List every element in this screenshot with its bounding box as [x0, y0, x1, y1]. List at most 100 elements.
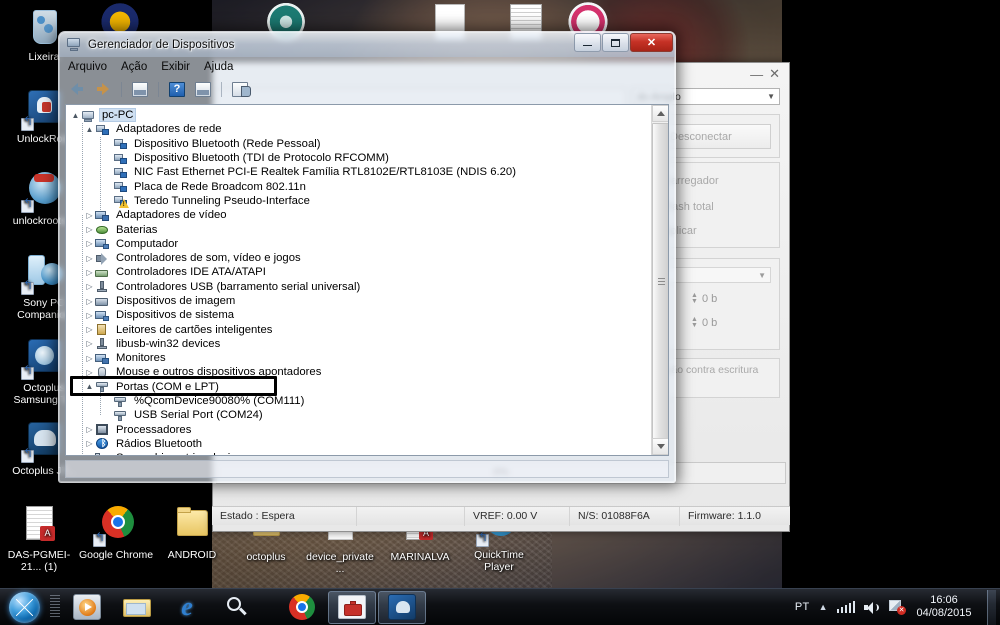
- tree-node-broadcom[interactable]: Placa de Rede Broadcom 802.11n: [66, 179, 651, 193]
- tree-node-teredo[interactable]: Teredo Tunneling Pseudo-Interface: [66, 194, 651, 209]
- tree-node-system-devices[interactable]: ▷ Dispositivos de sistema: [66, 308, 651, 322]
- taskbar-grip[interactable]: [50, 595, 60, 619]
- minimize-button[interactable]: [574, 33, 601, 52]
- tree-node-biometrics[interactable]: ▷ Secure biometrics devices: [66, 451, 651, 455]
- scroll-down-button[interactable]: [652, 438, 668, 455]
- menu-exibir[interactable]: Exibir: [161, 61, 190, 73]
- taskbar-explorer[interactable]: [113, 591, 161, 624]
- taskbar[interactable]: e PT ▲ ✕ 16:06 04/08/2015: [0, 588, 1000, 625]
- desktop-icon-google-chrome[interactable]: Google Chrome: [78, 504, 154, 562]
- device-manager-window[interactable]: Gerenciador de Dispositivos ✕ Arquivo Aç…: [58, 31, 676, 483]
- sound-icon: [95, 252, 110, 265]
- scrollbar-thumb[interactable]: [652, 123, 668, 441]
- expander-closed-icon[interactable]: ▷: [84, 454, 95, 455]
- expander-closed-icon[interactable]: ▷: [84, 239, 95, 248]
- octoplus-window-controls: — ✕: [690, 62, 790, 86]
- taskbar-windows-media-player[interactable]: [63, 591, 111, 624]
- signal-bars-icon[interactable]: [836, 601, 855, 613]
- clock[interactable]: 16:06 04/08/2015: [914, 594, 974, 620]
- tree-vertical-scrollbar[interactable]: [651, 105, 668, 455]
- taskbar-octoplus-box[interactable]: [328, 590, 376, 624]
- update-driver-button[interactable]: [192, 79, 214, 99]
- system-tray[interactable]: PT ▲ ✕ 16:06 04/08/2015: [795, 589, 1000, 625]
- system-device-icon: [95, 309, 110, 322]
- tree-node-ide[interactable]: ▷ Controladores IDE ATA/ATAPI: [66, 265, 651, 279]
- expander-closed-icon[interactable]: ▷: [84, 368, 95, 377]
- taskbar-octoplus-jtag[interactable]: [378, 590, 426, 624]
- show-hidden-icons-chevron[interactable]: ▲: [819, 602, 828, 612]
- taskbar-internet-explorer[interactable]: e: [163, 591, 211, 624]
- expander-open-icon[interactable]: ▲: [84, 125, 95, 134]
- device-tree[interactable]: ▲ pc-PC ▲ Adaptadores de rede Dispositiv…: [66, 105, 651, 455]
- status-serial: N/S: 01088F6A: [570, 506, 680, 526]
- tree-line: [100, 137, 101, 212]
- expander-closed-icon[interactable]: ▷: [84, 211, 95, 220]
- tree-node-ports[interactable]: ▲ Portas (COM e LPT): [66, 380, 651, 394]
- menu-arquivo[interactable]: Arquivo: [68, 61, 107, 73]
- taskbar-chrome[interactable]: [278, 591, 326, 624]
- show-desktop-button[interactable]: [987, 589, 996, 625]
- expander-closed-icon[interactable]: ▷: [84, 325, 95, 334]
- menu-ajuda[interactable]: Ajuda: [204, 61, 233, 73]
- expander-closed-icon[interactable]: ▷: [84, 225, 95, 234]
- start-button[interactable]: [0, 590, 48, 625]
- window-button-group: ✕: [574, 33, 673, 52]
- desktop-icon-label: device_private ...: [306, 551, 374, 575]
- back-button[interactable]: [66, 79, 88, 99]
- expander-open-icon[interactable]: ▲: [70, 111, 81, 120]
- help-button[interactable]: ?: [166, 79, 188, 99]
- tree-node-sound[interactable]: ▷ Controladores de som, vídeo e jogos: [66, 251, 651, 265]
- tree-node-realtek-nic[interactable]: NIC Fast Ethernet PCI-E Realtek Família …: [66, 165, 651, 179]
- desktop-icon-das-pgmei[interactable]: A DAS-PGMEI-21... (1): [2, 504, 76, 573]
- tree-node-processors[interactable]: ▷ Processadores: [66, 423, 651, 437]
- close-icon[interactable]: ✕: [769, 66, 780, 82]
- device-manager-title-bar[interactable]: Gerenciador de Dispositivos ✕: [59, 32, 675, 57]
- expander-closed-icon[interactable]: ▷: [84, 339, 95, 348]
- tree-node-imaging[interactable]: ▷ Dispositivos de imagem: [66, 294, 651, 308]
- forward-button[interactable]: [92, 79, 114, 99]
- language-indicator[interactable]: PT: [795, 601, 810, 613]
- expander-closed-icon[interactable]: ▷: [84, 354, 95, 363]
- taskbar-search[interactable]: [213, 591, 261, 624]
- tree-node-smartcard[interactable]: ▷ Leitores de cartões inteligentes: [66, 322, 651, 336]
- tree-node-qcomdevice[interactable]: %QcomDevice90080% (COM111): [66, 394, 651, 408]
- close-button[interactable]: ✕: [630, 33, 673, 52]
- expander-closed-icon[interactable]: ▷: [84, 425, 95, 434]
- tree-node-computer[interactable]: ▷ Computador: [66, 237, 651, 251]
- minimize-icon[interactable]: —: [750, 67, 763, 82]
- tree-node-usb-serial-port[interactable]: USB Serial Port (COM24): [66, 408, 651, 422]
- scan-hardware-button[interactable]: [229, 79, 251, 99]
- device-tree-panel[interactable]: ▲ pc-PC ▲ Adaptadores de rede Dispositiv…: [65, 104, 669, 456]
- expander-closed-icon[interactable]: ▷: [84, 282, 95, 291]
- tree-node-pc[interactable]: ▲ pc-PC: [66, 108, 651, 123]
- tree-node-label: %QcomDevice90080% (COM111): [134, 395, 305, 408]
- expander-closed-icon[interactable]: ▷: [84, 311, 95, 320]
- tree-node-libusb[interactable]: ▷ libusb-win32 devices: [66, 337, 651, 351]
- tree-node-usb[interactable]: ▷ Controladores USB (barramento serial u…: [66, 280, 651, 294]
- smartcard-reader-icon: [95, 323, 110, 336]
- expander-open-icon[interactable]: ▲: [84, 382, 95, 391]
- scroll-up-button[interactable]: [652, 105, 668, 122]
- toolbar-separator: [221, 81, 222, 97]
- properties-button[interactable]: [129, 79, 151, 99]
- flag-alert-icon[interactable]: ✕: [889, 600, 906, 615]
- tree-node-mouse[interactable]: ▷ Mouse e outros dispositivos apontadore…: [66, 365, 651, 379]
- tree-node-bt-pan[interactable]: Dispositivo Bluetooth (Rede Pessoal): [66, 137, 651, 151]
- expander-closed-icon[interactable]: ▷: [84, 297, 95, 306]
- tree-node-bluetooth-radios[interactable]: ▷ ᛒ Rádios Bluetooth: [66, 437, 651, 451]
- tree-node-network-adapters[interactable]: ▲ Adaptadores de rede: [66, 122, 651, 136]
- tree-node-bt-rfcomm[interactable]: Dispositivo Bluetooth (TDI de Protocolo …: [66, 151, 651, 165]
- expander-closed-icon[interactable]: ▷: [84, 254, 95, 263]
- flash-start-spinner[interactable]: ▲ ▼ 0 b: [691, 292, 717, 305]
- status-spacer: [357, 506, 465, 526]
- tree-node-label: Baterias: [116, 223, 158, 236]
- flash-length-spinner[interactable]: ▲ ▼ 0 b: [691, 316, 717, 329]
- maximize-button[interactable]: [602, 33, 629, 52]
- speaker-icon[interactable]: [864, 601, 880, 614]
- tree-node-monitors[interactable]: ▷ Monitores: [66, 351, 651, 365]
- menu-acao[interactable]: Ação: [121, 61, 147, 73]
- tree-node-batteries[interactable]: ▷ Baterias: [66, 222, 651, 236]
- tree-node-display-adapters[interactable]: ▷ Adaptadores de vídeo: [66, 208, 651, 222]
- expander-closed-icon[interactable]: ▷: [84, 268, 95, 277]
- expander-closed-icon[interactable]: ▷: [84, 439, 95, 448]
